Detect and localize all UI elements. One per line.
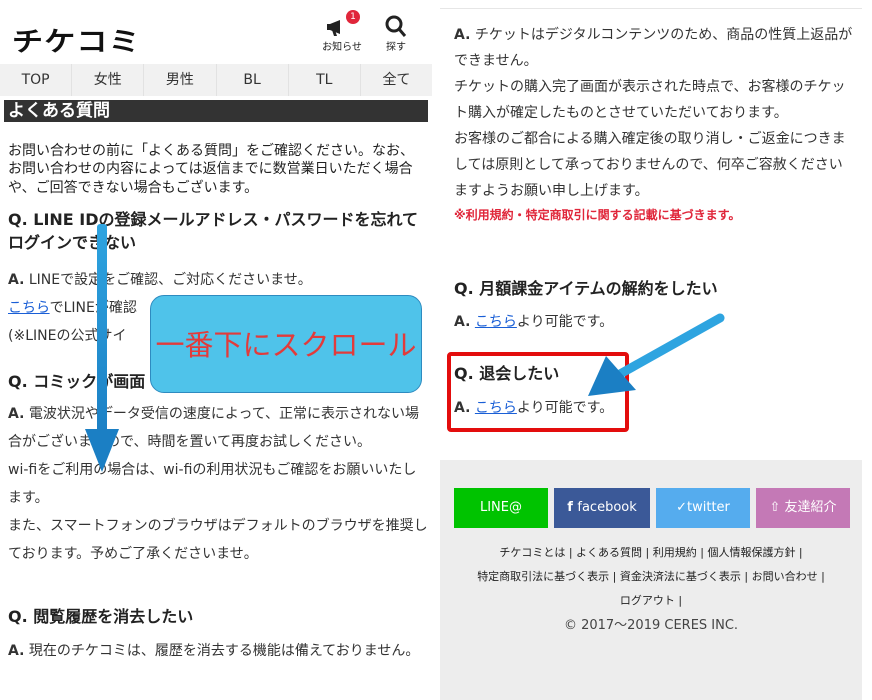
answer-prefix: A. xyxy=(8,406,25,422)
footer-links-row2[interactable]: 特定商取引法に基づく表示 | 資金決済法に基づく表示 | お問い合わせ | xyxy=(440,568,862,584)
share-icon: ⇧ xyxy=(769,500,785,515)
answer-text: お客様のご都合による購入確定後の取り消し・ご返金につきましては原則として承ってお… xyxy=(454,131,846,200)
search-icon xyxy=(374,12,418,38)
line-button[interactable]: LINE@ xyxy=(454,488,548,528)
answer-text: より可能です。 xyxy=(516,400,614,416)
faq-answer-comic-display: A. 電波状況やデータ受信の速度によって、正常に表示されない場合がございますので… xyxy=(8,400,428,568)
tab-top[interactable]: TOP xyxy=(0,64,73,96)
answer-prefix: A. xyxy=(454,314,471,330)
faq-answer-history: A. 現在のチケコミは、履歴を消去する機能は備えておりません。 xyxy=(8,637,428,665)
faq-answer-refund: A. チケットはデジタルコンテンツのため、商品の性質上返品ができません。 チケッ… xyxy=(454,22,854,227)
facebook-icon: f xyxy=(567,500,578,515)
left-screenshot-panel: チケコミ 1 お知らせ 探す TOP 女性 男性 BL TL 全て よくある質問… xyxy=(0,0,432,700)
pointer-arrow-icon xyxy=(588,313,725,396)
search-label: 探す xyxy=(386,42,406,53)
answer-prefix: A. xyxy=(454,400,471,416)
scroll-down-arrow-icon xyxy=(85,224,119,472)
faq-question-line-id[interactable]: Q. LINE IDの登録メールアドレス・パスワードを忘れてログインできない xyxy=(8,208,424,254)
tab-tl[interactable]: TL xyxy=(289,64,361,96)
tab-male[interactable]: 男性 xyxy=(144,64,217,96)
notice-badge: 1 xyxy=(346,10,360,24)
invite-friend-button[interactable]: ⇧ 友達紹介 xyxy=(756,488,850,528)
answer-text: チケットはデジタルコンテンツのため、商品の性質上返品ができません。 xyxy=(454,27,853,70)
facebook-label: facebook xyxy=(577,500,637,515)
faq-question-subscription[interactable]: Q. 月額課金アイテムの解約をしたい xyxy=(454,277,854,300)
page-title: よくある質問 xyxy=(4,100,428,122)
divider xyxy=(440,8,862,9)
category-nav: TOP 女性 男性 BL TL 全て xyxy=(0,64,432,96)
faq-question-history[interactable]: Q. 閲覧履歴を消去したい xyxy=(8,605,424,628)
invite-label: 友達紹介 xyxy=(784,500,837,515)
footer-links-row1[interactable]: チケコミとは | よくある質問 | 利用規約 | 個人情報保護方針 | xyxy=(440,544,862,560)
notice-label: お知らせ xyxy=(322,42,362,53)
tab-all[interactable]: 全て xyxy=(361,64,432,96)
search-button[interactable]: 探す xyxy=(374,12,418,53)
answer-prefix: A. xyxy=(8,643,25,659)
twitter-button[interactable]: ✓twitter xyxy=(656,488,750,528)
terms-note: ※利用規約・特定商取引に関する記載に基づきます。 xyxy=(454,208,741,223)
tab-bl[interactable]: BL xyxy=(217,64,289,96)
footer-links-row3[interactable]: ログアウト | xyxy=(440,592,862,608)
answer-text: また、スマートフォンのブラウザはデフォルトのブラウザを推奨しております。予めご了… xyxy=(8,518,428,562)
answer-text: LINEで設定をご確認、ご対応くださいませ。 xyxy=(24,272,312,288)
scroll-instruction-callout: 一番下にスクロール xyxy=(150,295,422,393)
twitter-label: twitter xyxy=(687,500,730,515)
right-screenshot-panel: A. チケットはデジタルコンテンツのため、商品の性質上返品ができません。 チケッ… xyxy=(440,0,862,700)
kochira-link[interactable]: こちら xyxy=(475,314,517,330)
answer-prefix: A. xyxy=(8,272,25,288)
kochira-link[interactable]: こちら xyxy=(8,300,50,316)
copyright: © 2017〜2019 CERES INC. xyxy=(563,618,739,633)
facebook-button[interactable]: f facebook xyxy=(554,488,650,528)
site-logo[interactable]: チケコミ xyxy=(12,20,141,59)
notice-button[interactable]: 1 お知らせ xyxy=(320,10,364,53)
answer-prefix: A. xyxy=(454,27,471,43)
answer-text: 現在のチケコミは、履歴を消去する機能は備えておりません。 xyxy=(24,643,420,659)
intro-text: お問い合わせの前に「よくある質問」をご確認ください。なお、お問い合わせの内容によ… xyxy=(8,143,414,196)
megaphone-icon: 1 xyxy=(320,10,364,38)
tab-female[interactable]: 女性 xyxy=(72,64,145,96)
twitter-icon: ✓ xyxy=(676,500,687,515)
answer-text: 電波状況やデータ受信の速度によって、正常に表示されない場合がございますので、時間… xyxy=(8,406,420,450)
site-header: チケコミ 1 お知らせ 探す xyxy=(0,0,432,62)
site-footer: LINE@ f facebook ✓twitter ⇧ 友達紹介 チケコミとは … xyxy=(440,460,862,700)
answer-text: wi-fiをご利用の場合は、wi-fiの利用状況もご確認をお願いいたします。 xyxy=(8,462,417,506)
answer-text: チケットの購入完了画面が表示された時点で、お客様のチケット購入が確定したものとさ… xyxy=(454,79,846,122)
withdraw-link[interactable]: こちら xyxy=(475,400,517,416)
